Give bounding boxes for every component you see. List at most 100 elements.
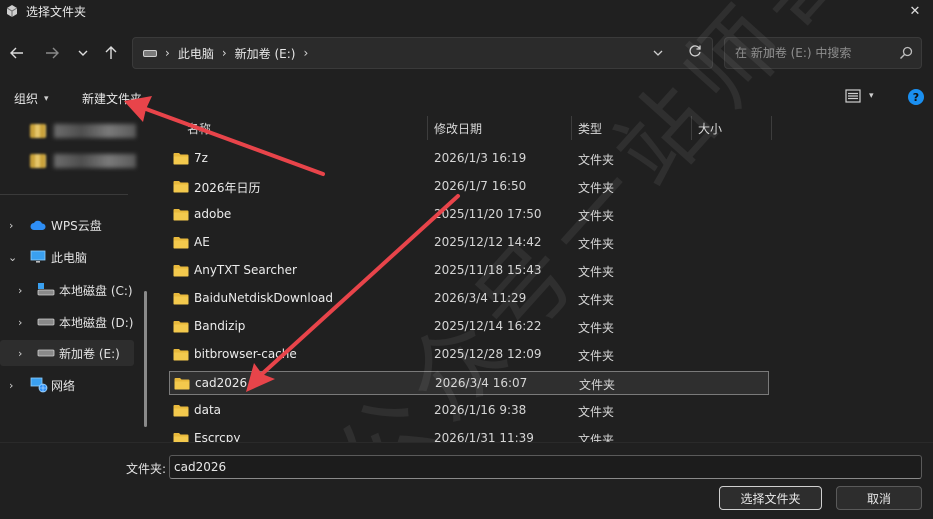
blurred-folder-icon — [30, 124, 46, 138]
file-row[interactable]: 2026年日历 2026/1/7 16:50 文件夹 — [169, 175, 769, 199]
drive-icon — [143, 49, 157, 57]
file-modified-date: 2025/12/28 12:09 — [434, 347, 542, 361]
chevron-down-icon — [653, 50, 663, 56]
file-modified-date: 2026/1/7 16:50 — [434, 179, 527, 193]
folder-name-input[interactable] — [169, 455, 922, 479]
navigation-pane: › WPS云盘 ⌄ 此电脑 › 本地磁盘 (C:) › 本地磁盘 (D:) › … — [0, 116, 150, 442]
folder-icon — [173, 181, 189, 193]
file-name: data — [194, 403, 222, 417]
search-box[interactable] — [724, 37, 922, 69]
file-name: AnyTXT Searcher — [194, 263, 297, 277]
sidebar-item-drive-c[interactable]: › 本地磁盘 (C:) — [0, 277, 134, 303]
file-modified-date: 2026/1/31 11:39 — [434, 431, 534, 442]
chevron-down-icon — [78, 50, 88, 56]
blurred-folder-icon — [30, 154, 46, 168]
file-row[interactable]: Escrcpy 2026/1/31 11:39 文件夹 — [169, 427, 769, 442]
file-row[interactable]: AE 2025/12/12 14:42 文件夹 — [169, 231, 769, 255]
file-type: 文件夹 — [578, 265, 615, 279]
column-headers: ^ 名称 修改日期 类型 大小 — [155, 116, 933, 140]
breadcrumb-this-pc[interactable]: 此电脑 — [178, 45, 214, 62]
column-header-name[interactable]: 名称 — [187, 116, 211, 140]
file-row[interactable]: bitbrowser-cache 2025/12/28 12:09 文件夹 — [169, 343, 769, 367]
file-name: cad2026 — [195, 376, 248, 390]
app-icon — [6, 5, 18, 17]
breadcrumb-separator[interactable]: › — [303, 46, 308, 60]
file-row[interactable]: BaiduNetdiskDownload 2026/3/4 11:29 文件夹 — [169, 287, 769, 311]
file-modified-date: 2026/1/16 9:38 — [434, 403, 527, 417]
sidebar-item-this-pc[interactable]: ⌄ 此电脑 — [0, 244, 134, 270]
file-name: 7z — [194, 151, 208, 165]
sidebar-item-drive-d[interactable]: › 本地磁盘 (D:) — [0, 309, 134, 335]
column-header-type[interactable]: 类型 — [578, 116, 602, 140]
organize-menu-button[interactable]: 组织 ▾ — [14, 90, 49, 107]
search-input[interactable] — [735, 44, 895, 62]
column-divider[interactable] — [771, 116, 772, 140]
column-header-size[interactable]: 大小 — [698, 116, 722, 140]
column-divider[interactable] — [691, 116, 692, 140]
file-row[interactable]: adobe 2025/11/20 17:50 文件夹 — [169, 203, 769, 227]
file-name: Bandizip — [194, 319, 246, 333]
window-title: 选择文件夹 — [26, 4, 87, 19]
sidebar-item-wps-cloud[interactable]: › WPS云盘 — [0, 212, 134, 238]
file-list: ^ 名称 修改日期 类型 大小 7z2026/1/3 16:19文件夹 2026年… — [155, 116, 933, 442]
chevron-down-icon[interactable]: ⌄ — [8, 251, 17, 264]
folder-icon — [174, 378, 190, 390]
forward-button[interactable] — [41, 42, 63, 64]
sidebar-item-drive-e[interactable]: › 新加卷 (E:) — [0, 340, 134, 366]
sidebar-item-label: 本地磁盘 (C:) — [59, 284, 133, 298]
chevron-right-icon[interactable]: › — [18, 347, 22, 360]
refresh-button[interactable] — [688, 44, 702, 62]
view-options-button[interactable]: ▾ — [845, 88, 874, 104]
file-row[interactable]: cad2026 2026/3/4 16:07 文件夹 — [169, 371, 769, 395]
close-button[interactable]: ✕ — [903, 0, 927, 22]
sort-ascending-icon: ^ — [298, 116, 306, 121]
file-row[interactable]: data 2026/1/16 9:38 文件夹 — [169, 399, 769, 423]
back-arrow-icon — [10, 47, 23, 59]
file-type: 文件夹 — [578, 293, 615, 307]
chevron-right-icon[interactable]: › — [18, 284, 22, 297]
file-name: Escrcpy — [194, 431, 241, 442]
help-button[interactable]: ? — [908, 89, 924, 105]
blurred-label — [54, 154, 136, 168]
file-type: 文件夹 — [578, 237, 615, 251]
cancel-button[interactable]: 取消 — [836, 486, 922, 510]
file-modified-date: 2026/3/4 16:07 — [435, 376, 528, 390]
sidebar-item-network[interactable]: › 网络 — [0, 372, 134, 398]
blurred-quick-access-item[interactable] — [30, 152, 138, 170]
file-row[interactable]: 7z 2026/1/3 16:19 文件夹 — [169, 147, 769, 171]
file-modified-date: 2025/11/18 15:43 — [434, 263, 542, 277]
select-folder-button[interactable]: 选择文件夹 — [719, 486, 822, 510]
column-header-modified[interactable]: 修改日期 — [434, 116, 482, 140]
breadcrumb-drive-e[interactable]: 新加卷 (E:) — [235, 45, 296, 62]
sidebar-item-label: 本地磁盘 (D:) — [59, 316, 134, 330]
drive-icon — [37, 349, 55, 357]
file-name: BaiduNetdiskDownload — [194, 291, 334, 305]
new-folder-button[interactable]: 新建文件夹 — [82, 90, 142, 107]
divider — [0, 194, 128, 195]
file-modified-date: 2026/3/4 11:29 — [434, 291, 527, 305]
chevron-right-icon[interactable]: › — [18, 316, 22, 329]
caret-down-icon: ▾ — [44, 93, 49, 104]
file-row[interactable]: AnyTXT Searcher 2025/11/18 15:43 文件夹 — [169, 259, 769, 283]
folder-icon — [173, 321, 189, 333]
address-dropdown-button[interactable] — [652, 47, 664, 62]
up-arrow-icon — [105, 46, 117, 59]
chevron-right-icon[interactable]: › — [9, 219, 13, 232]
recent-locations-button[interactable] — [72, 42, 94, 64]
folder-icon — [173, 153, 189, 165]
folder-icon — [173, 237, 189, 249]
column-divider[interactable] — [427, 116, 428, 140]
sidebar-item-label: 网络 — [51, 379, 76, 393]
sidebar-scrollbar[interactable] — [144, 291, 147, 427]
blurred-quick-access-item[interactable] — [30, 122, 138, 140]
address-bar[interactable]: › 此电脑 › 新加卷 (E:) › — [132, 37, 713, 69]
up-button[interactable] — [100, 42, 122, 64]
folder-icon — [173, 293, 189, 305]
file-type: 文件夹 — [578, 349, 615, 363]
back-button[interactable] — [6, 42, 28, 64]
column-divider[interactable] — [571, 116, 572, 140]
folder-icon — [173, 265, 189, 277]
file-row[interactable]: Bandizip 2025/12/14 16:22 文件夹 — [169, 315, 769, 339]
chevron-right-icon[interactable]: › — [9, 379, 13, 392]
drive-icon — [37, 318, 55, 326]
